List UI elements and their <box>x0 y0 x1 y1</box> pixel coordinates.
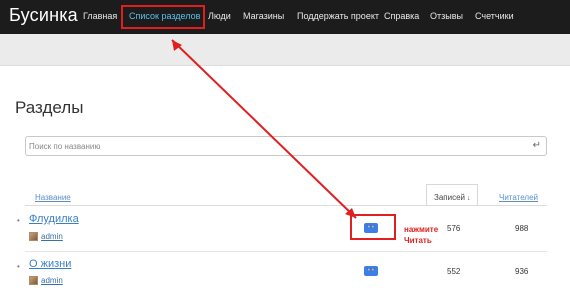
author-avatar[interactable] <box>29 276 38 285</box>
top-navbar: Бусинка Главная Список разделов Люди Маг… <box>0 0 570 34</box>
nav-item-reviews[interactable]: Отзывы <box>430 11 463 21</box>
section-title-link[interactable]: О жизни <box>29 258 71 270</box>
posts-count: 576 <box>447 224 461 233</box>
nav-highlight-box <box>121 5 205 29</box>
column-header-posts-label: Записей <box>434 193 465 202</box>
column-header-posts[interactable]: Записей ↓ <box>426 184 478 206</box>
read-button[interactable]: 👓 <box>364 266 378 276</box>
sub-header-bar <box>0 34 570 66</box>
annotation-hint: нажмите Читать <box>404 225 439 245</box>
nav-item-support-project[interactable]: Поддержать проект <box>297 11 379 21</box>
section-title-link[interactable]: Флудилка <box>29 213 79 225</box>
nav-item-home[interactable]: Главная <box>83 11 117 21</box>
arrow-line <box>171 39 357 219</box>
nav-item-counters[interactable]: Счетчики <box>475 11 514 21</box>
column-header-readers[interactable]: Читателей <box>499 193 538 202</box>
readers-count: 988 <box>515 224 529 233</box>
search-box: ↵ <box>25 136 547 156</box>
list-bullet: • <box>17 216 20 225</box>
posts-count: 552 <box>447 267 461 276</box>
column-header-name[interactable]: Название <box>35 193 71 202</box>
author-link[interactable]: admin <box>41 232 63 241</box>
nav-item-help[interactable]: Справка <box>384 11 419 21</box>
page-title: Разделы <box>15 98 84 117</box>
nav-item-shops[interactable]: Магазины <box>243 11 284 21</box>
author-avatar[interactable] <box>29 232 38 241</box>
search-input[interactable] <box>29 139 519 153</box>
table-header-divider <box>25 205 547 206</box>
enter-icon[interactable]: ↵ <box>533 140 541 151</box>
row-divider <box>25 251 547 252</box>
brand-logo[interactable]: Бусинка <box>9 5 78 26</box>
readers-count: 936 <box>515 267 529 276</box>
read-button-highlight-box <box>350 214 396 240</box>
author-link[interactable]: admin <box>41 276 63 285</box>
sort-down-icon: ↓ <box>467 195 471 202</box>
list-bullet: • <box>17 262 20 271</box>
glasses-icon: 👓 <box>366 267 376 274</box>
nav-item-people[interactable]: Люди <box>208 11 231 21</box>
